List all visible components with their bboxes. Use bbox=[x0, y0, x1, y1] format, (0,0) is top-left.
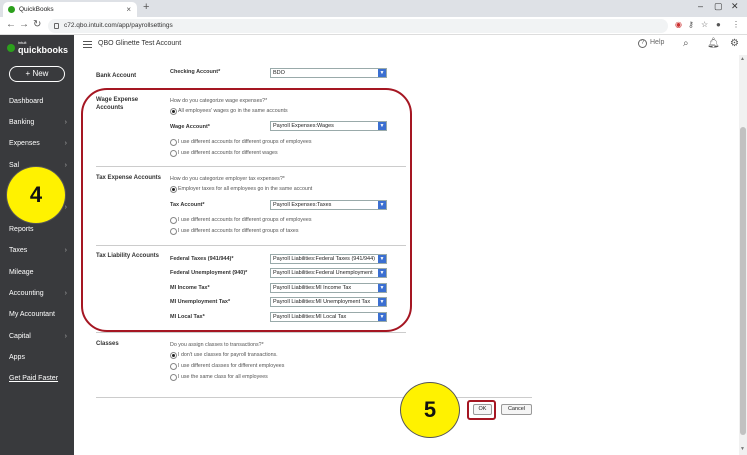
chevron-right-icon: › bbox=[64, 290, 67, 297]
quickbooks-logo[interactable]: intuit quickbooks bbox=[7, 40, 69, 55]
extension-icon[interactable]: ◉ bbox=[675, 20, 682, 29]
nav-label: Banking bbox=[9, 119, 35, 126]
nav-apps[interactable]: Apps bbox=[9, 354, 69, 361]
forward-icon[interactable]: → bbox=[19, 19, 29, 30]
scrollbar[interactable]: ▲ ▼ bbox=[739, 55, 747, 455]
nav-label: My Accountant bbox=[9, 311, 55, 318]
dropdown-arrow-icon: ▼ bbox=[378, 69, 386, 77]
logo-text: quickbooks bbox=[18, 45, 69, 55]
highlight-ok-outline bbox=[467, 400, 496, 420]
reload-icon[interactable]: ↻ bbox=[33, 19, 41, 30]
chevron-right-icon: › bbox=[64, 247, 67, 254]
scroll-up-icon[interactable]: ▲ bbox=[740, 56, 745, 62]
select-value: BDO bbox=[273, 70, 285, 76]
chevron-right-icon: › bbox=[64, 162, 67, 169]
nav-capital[interactable]: Capital › bbox=[9, 333, 69, 340]
nav-accounting[interactable]: Accounting › bbox=[9, 290, 69, 297]
minimize-icon[interactable]: – bbox=[698, 1, 703, 11]
checking-account-label: Checking Account* bbox=[170, 69, 221, 75]
nav-label: Mileage bbox=[9, 269, 34, 276]
nav-my-accountant[interactable]: My Accountant bbox=[9, 311, 69, 318]
nav-label: Apps bbox=[9, 354, 25, 361]
close-window-icon[interactable]: ✕ bbox=[731, 1, 739, 12]
help-button[interactable]: ? Help bbox=[638, 39, 664, 48]
nav-taxes[interactable]: Taxes › bbox=[9, 247, 69, 254]
back-icon[interactable]: ← bbox=[6, 19, 16, 30]
nav-label: Dashboard bbox=[9, 98, 44, 105]
profile-icon[interactable]: ● bbox=[716, 20, 721, 29]
classes-question: Do you assign classes to transactions?* bbox=[170, 342, 264, 348]
nav-label: Capital bbox=[9, 333, 31, 340]
quickbooks-favicon-icon bbox=[8, 6, 15, 13]
left-nav: intuit quickbooks + New Dashboard Bankin… bbox=[0, 35, 74, 455]
nav-label: Accounting bbox=[9, 290, 44, 297]
chevron-right-icon: › bbox=[64, 204, 67, 211]
hamburger-menu-icon[interactable] bbox=[83, 41, 92, 48]
key-icon[interactable]: ⚷ bbox=[688, 20, 694, 29]
company-name: QBO Glinette Test Account bbox=[98, 40, 182, 47]
different-classes-radio[interactable]: I use different classes for different em… bbox=[170, 363, 284, 370]
step-4-badge: 4 bbox=[6, 166, 66, 224]
footer-divider bbox=[96, 397, 532, 398]
nav-reports[interactable]: Reports bbox=[9, 226, 69, 233]
scroll-down-icon[interactable]: ▼ bbox=[740, 446, 745, 452]
nav-label: Taxes bbox=[9, 247, 28, 254]
maximize-icon[interactable]: ▢ bbox=[714, 1, 723, 12]
nav-get-paid-faster[interactable]: Get Paid Faster bbox=[9, 375, 69, 382]
gear-icon[interactable]: ⚙ bbox=[730, 38, 739, 49]
tab-title: QuickBooks bbox=[19, 6, 54, 13]
nav-label: Expenses bbox=[9, 140, 40, 147]
star-icon[interactable]: ☆ bbox=[701, 20, 708, 29]
nav-banking[interactable]: Banking › bbox=[9, 119, 69, 126]
menu-icon[interactable]: ⋮ bbox=[732, 20, 740, 29]
chevron-right-icon: › bbox=[64, 333, 67, 340]
browser-tab[interactable]: QuickBooks × bbox=[3, 2, 137, 17]
highlight-accounts-outline bbox=[81, 88, 412, 332]
nav-label: Reports bbox=[9, 226, 34, 233]
section-divider bbox=[96, 332, 406, 333]
chevron-right-icon: › bbox=[64, 140, 67, 147]
nav-label: Get Paid Faster bbox=[9, 375, 59, 382]
help-icon: ? bbox=[638, 39, 647, 48]
url-input[interactable]: c72.qbo.intuit.com/app/payrollsettings bbox=[48, 19, 668, 33]
new-tab-button[interactable]: + bbox=[143, 1, 149, 13]
bank-account-heading: Bank Account bbox=[96, 73, 137, 79]
nav-mileage[interactable]: Mileage bbox=[9, 269, 69, 276]
nav-expenses[interactable]: Expenses › bbox=[9, 140, 69, 147]
browser-tab-bar: QuickBooks × + – ▢ ✕ bbox=[0, 0, 747, 17]
help-label: Help bbox=[650, 39, 665, 46]
nav-dashboard[interactable]: Dashboard bbox=[9, 98, 69, 105]
same-class-radio[interactable]: I use the same class for all employees bbox=[170, 374, 268, 381]
lock-icon bbox=[54, 23, 59, 29]
new-button[interactable]: + New bbox=[9, 66, 65, 82]
chevron-right-icon: › bbox=[64, 119, 67, 126]
app-header: QBO Glinette Test Account ? Help ⌕ 🔔︎ ⚙ bbox=[74, 35, 747, 55]
classes-heading: Classes bbox=[96, 341, 119, 347]
scroll-thumb[interactable] bbox=[740, 127, 746, 435]
url-text: c72.qbo.intuit.com/app/payrollsettings bbox=[64, 22, 173, 29]
close-tab-icon[interactable]: × bbox=[126, 2, 131, 17]
checking-account-select[interactable]: BDO ▼ bbox=[270, 68, 387, 78]
cancel-button[interactable]: Cancel bbox=[501, 404, 532, 415]
address-bar: ← → ↻ c72.qbo.intuit.com/app/payrollsett… bbox=[0, 17, 747, 35]
step-5-badge: 5 bbox=[400, 382, 460, 438]
search-icon[interactable]: ⌕ bbox=[683, 38, 689, 49]
no-classes-radio[interactable]: I don't use classes for payroll transact… bbox=[170, 352, 278, 359]
notifications-bell-icon[interactable]: 🔔︎ bbox=[707, 38, 720, 49]
qb-logo-icon bbox=[7, 44, 15, 52]
nav-label: Sal bbox=[9, 162, 20, 169]
